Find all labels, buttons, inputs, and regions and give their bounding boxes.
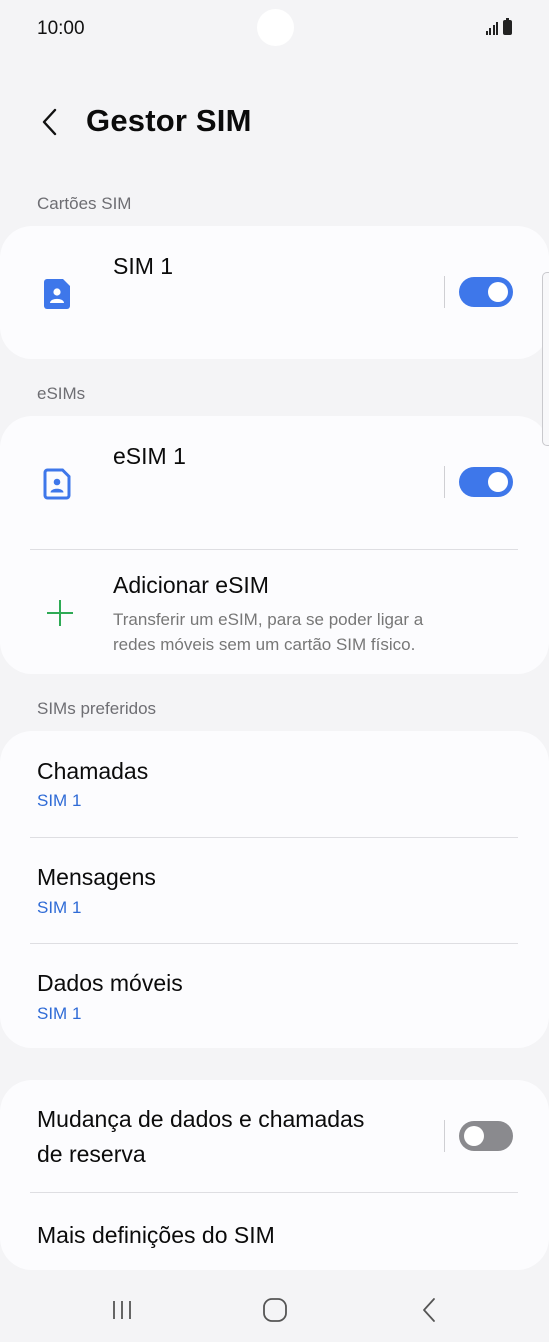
home-button[interactable] [245,1290,305,1330]
sim-cards-card: SIM 1 [0,226,549,359]
preferred-row-calls[interactable]: Chamadas SIM 1 [0,731,549,837]
messages-title: Mensagens [37,864,156,890]
vertical-divider [444,1120,445,1152]
preferred-row-messages[interactable]: Mensagens SIM 1 [0,838,549,943]
recents-button[interactable] [92,1290,152,1330]
add-esim-row[interactable]: Adicionar eSIM Transferir um eSIM, para … [0,550,549,674]
status-icons [485,18,512,35]
scrollbar[interactable] [542,272,549,446]
preferred-sims-card: Chamadas SIM 1 Mensagens SIM 1 Dados móv… [0,731,549,1048]
vertical-divider [444,466,445,498]
section-label-sim-cards: Cartões SIM [37,194,132,213]
add-esim-description-line1: Transferir um eSIM, para se poder ligar … [113,610,424,629]
calls-title: Chamadas [37,758,149,784]
more-sim-settings-label: Mais definições do SIM [37,1222,275,1248]
backup-toggle[interactable] [459,1121,513,1151]
calls-value: SIM 1 [37,791,82,810]
plus-icon [47,600,73,626]
back-arrow-icon [42,108,57,136]
backup-title-line1: Mudança de dados e chamadas [37,1106,365,1132]
home-icon [263,1298,287,1322]
sim-name: SIM 1 [113,253,174,279]
section-label-esims: eSIMs [37,384,86,403]
page-title: Gestor SIM [86,103,252,138]
section-label-preferred: SIMs preferidos [37,699,157,718]
camera-cutout [257,9,294,46]
esims-card: eSIM 1 Adicionar eSIM Transferir um eSIM… [0,416,549,674]
backup-switch-row[interactable]: Mudança de dados e chamadas de reserva [0,1080,549,1192]
nav-back-button[interactable] [399,1290,459,1330]
esim-name: eSIM 1 [113,443,186,469]
signal-icon [485,21,498,35]
more-sim-settings-row[interactable]: Mais definições do SIM [0,1193,549,1270]
add-esim-title: Adicionar eSIM [113,572,269,598]
sim1-toggle[interactable] [459,277,513,307]
battery-icon [503,18,512,35]
status-bar: 10:00 [0,0,549,60]
status-time: 10:00 [37,18,85,39]
mobile-data-title: Dados móveis [37,970,183,996]
messages-value: SIM 1 [37,898,82,917]
navigation-bar [0,1280,549,1342]
preferred-row-mobile-data[interactable]: Dados móveis SIM 1 [0,944,549,1048]
nav-back-icon [423,1298,435,1322]
esim1-toggle[interactable] [459,467,513,497]
esim-card-icon [43,468,71,500]
vertical-divider [444,276,445,308]
esim-row-esim1[interactable]: eSIM 1 [0,416,549,549]
sim-row-sim1[interactable]: SIM 1 [0,226,549,359]
app-header: Gestor SIM [0,100,549,146]
back-button[interactable] [30,102,70,142]
recents-icon [113,1301,131,1319]
other-settings-card: Mudança de dados e chamadas de reserva M… [0,1080,549,1270]
add-esim-description-line2: redes móveis sem um cartão SIM físico. [113,635,416,654]
backup-title-line2: de reserva [37,1141,146,1167]
sim-card-icon [44,279,70,309]
mobile-data-value: SIM 1 [37,1004,82,1023]
